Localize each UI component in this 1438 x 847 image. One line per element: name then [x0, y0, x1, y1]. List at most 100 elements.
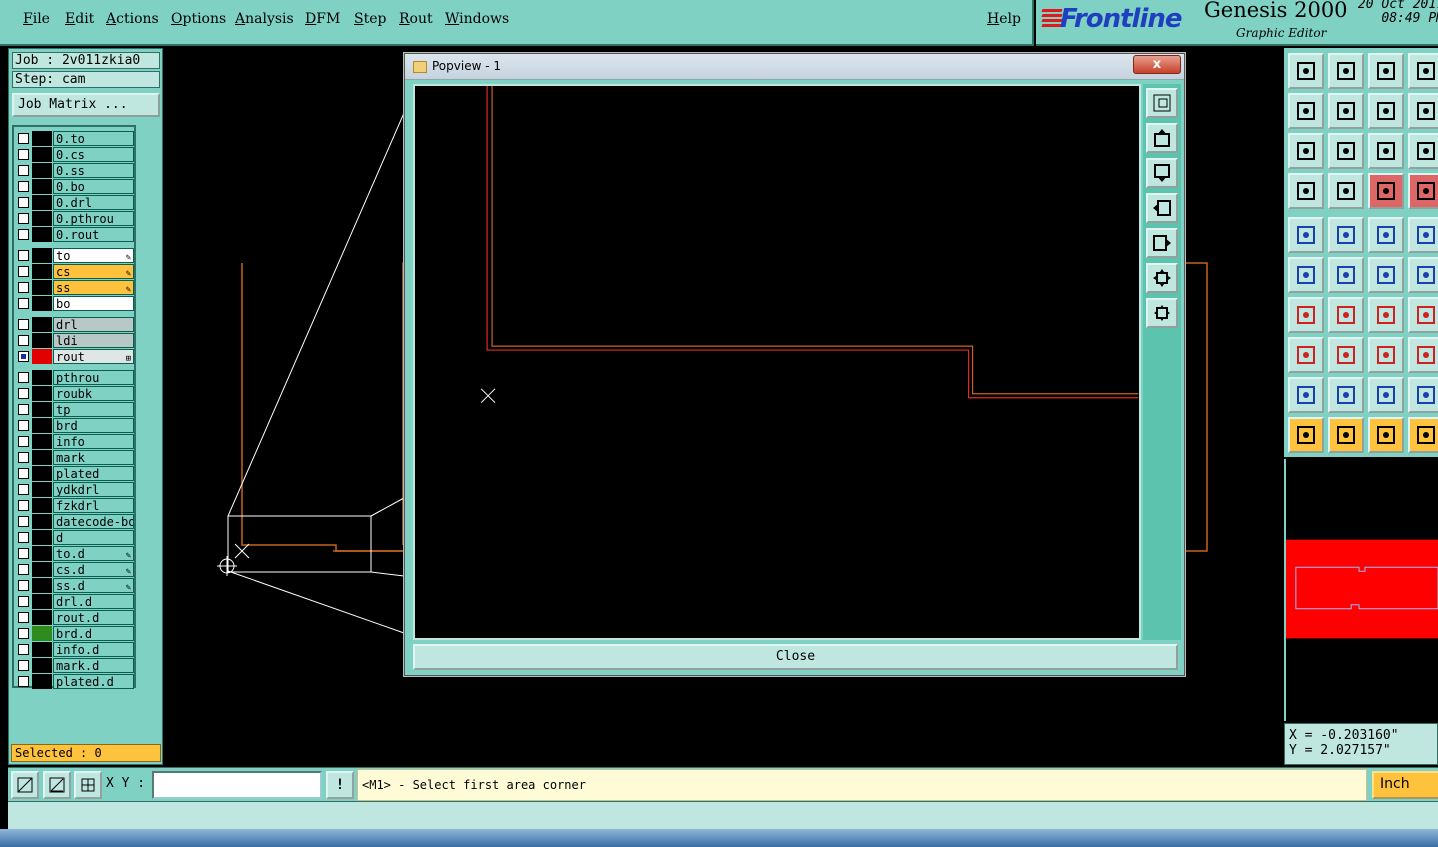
layer-row[interactable]: plated.d [16, 674, 134, 689]
pan-left-icon[interactable] [1288, 93, 1324, 129]
layer-color-swatch[interactable] [32, 317, 52, 332]
pv-zoom-window-icon[interactable] [1146, 88, 1178, 118]
layer-checkbox[interactable] [18, 319, 29, 330]
layer-row[interactable]: drl.d [16, 594, 134, 609]
layer-color-swatch[interactable] [32, 546, 52, 561]
layer-checkbox[interactable] [18, 612, 29, 623]
layer-name[interactable]: ldi [53, 333, 134, 348]
select-lasso-icon[interactable] [1368, 417, 1404, 453]
layer-checkbox[interactable] [18, 229, 29, 240]
overview-map[interactable] [1284, 459, 1438, 721]
layer-color-swatch[interactable] [32, 386, 52, 401]
layer-checkbox[interactable] [18, 404, 29, 415]
layer-color-swatch[interactable] [32, 626, 52, 641]
text-small-icon[interactable] [1288, 377, 1324, 413]
layer-color-swatch[interactable] [32, 466, 52, 481]
layer-checkbox[interactable] [18, 420, 29, 431]
units-selector[interactable]: Inch [1372, 771, 1438, 799]
layer-name[interactable]: plated.d [53, 674, 134, 689]
menu-dfm[interactable]: DFM [305, 11, 340, 27]
layer-color-swatch[interactable] [32, 418, 52, 433]
layer-color-swatch[interactable] [32, 610, 52, 625]
popview-close-button[interactable]: Close [413, 644, 1178, 670]
arc-icon[interactable] [1368, 257, 1404, 293]
layer-checkbox[interactable] [18, 484, 29, 495]
pv-pan-down-icon[interactable] [1146, 158, 1178, 188]
layer-name[interactable]: rout.d [53, 610, 134, 625]
layer-name[interactable]: pthrou [53, 370, 134, 385]
layer-row[interactable]: pthrou [16, 370, 134, 385]
alert-icon[interactable]: ! [326, 771, 354, 799]
layer-row[interactable]: cs ✎ [16, 264, 134, 279]
layer-color-swatch[interactable] [32, 658, 52, 673]
layer-row[interactable]: 0.to [16, 131, 134, 146]
layer-name[interactable]: ss.d ✎ [53, 578, 134, 593]
layer-checkbox[interactable] [18, 133, 29, 144]
layer-row[interactable]: tp [16, 402, 134, 417]
hole-icon[interactable] [1408, 217, 1438, 253]
layer-name[interactable]: drl [53, 317, 134, 332]
layer-color-swatch[interactable] [32, 248, 52, 263]
line-draw-icon[interactable] [1288, 297, 1324, 333]
zoom-in-icon[interactable] [1288, 53, 1324, 89]
pv-zoom-fit-icon[interactable] [1146, 298, 1178, 328]
layer-name[interactable]: 0.to [53, 131, 134, 146]
layer-name[interactable]: cs.d ✎ [53, 562, 134, 577]
pv-pan-up-icon[interactable] [1146, 123, 1178, 153]
layer-color-swatch[interactable] [32, 450, 52, 465]
layer-color-swatch[interactable] [32, 211, 52, 226]
layer-checkbox[interactable] [18, 165, 29, 176]
layer-row[interactable]: mark [16, 450, 134, 465]
layer-color-swatch[interactable] [32, 498, 52, 513]
mirror-icon[interactable] [1408, 297, 1438, 333]
grid-snap-icon[interactable] [74, 771, 102, 799]
layer-checkbox[interactable] [18, 580, 29, 591]
layer-name[interactable]: ss ✎ [53, 280, 134, 295]
layer-checkbox[interactable] [18, 250, 29, 261]
menu-edit[interactable]: Edit [65, 11, 94, 27]
layer-color-swatch[interactable] [32, 674, 52, 689]
layer-checkbox[interactable] [18, 644, 29, 655]
layer-row[interactable]: brd [16, 418, 134, 433]
layer-name[interactable]: roubk [53, 386, 134, 401]
layer-row[interactable]: 0.ss [16, 163, 134, 178]
layer-checkbox[interactable] [18, 213, 29, 224]
layer-name[interactable]: tp [53, 402, 134, 417]
select-icon[interactable] [1288, 417, 1324, 453]
zoom-home-icon[interactable] [1368, 53, 1404, 89]
layer-checkbox[interactable] [18, 181, 29, 192]
layer-row[interactable]: info [16, 434, 134, 449]
rotate-icon[interactable] [1368, 297, 1404, 333]
layer-row[interactable]: datecode-bo [16, 514, 134, 529]
layer-checkbox[interactable] [18, 500, 29, 511]
layer-checkbox[interactable] [18, 660, 29, 671]
layer-checkbox[interactable] [18, 564, 29, 575]
layer-row[interactable]: rout.d [16, 610, 134, 625]
snap-settings-icon[interactable] [1288, 173, 1324, 209]
text-path-icon[interactable] [1408, 377, 1438, 413]
layer-checkbox[interactable] [18, 282, 29, 293]
layer-row[interactable]: 0.cs [16, 147, 134, 162]
layer-row[interactable]: ss.d ✎ [16, 578, 134, 593]
ruler-icon[interactable] [1368, 217, 1404, 253]
layer-checkbox[interactable] [18, 372, 29, 383]
pv-pan-right-icon[interactable] [1146, 228, 1178, 258]
layer-name[interactable]: to ✎ [53, 248, 134, 263]
delete-node-icon[interactable] [1328, 257, 1364, 293]
layer-row[interactable]: info.d [16, 642, 134, 657]
layer-checkbox[interactable] [18, 676, 29, 687]
layer-color-swatch[interactable] [32, 482, 52, 497]
layer-row[interactable]: plated [16, 466, 134, 481]
layer-checkbox[interactable] [18, 388, 29, 399]
layer-row[interactable]: cs.d ✎ [16, 562, 134, 577]
layer-row[interactable]: roubk [16, 386, 134, 401]
layer-name[interactable]: 0.rout [53, 227, 134, 242]
angle-mode-icon[interactable] [43, 771, 71, 799]
layer-checkbox[interactable] [18, 197, 29, 208]
layer-color-swatch[interactable] [32, 514, 52, 529]
slash-icon[interactable] [1328, 297, 1364, 333]
xy-input[interactable] [152, 771, 322, 799]
layer-checkbox[interactable] [18, 436, 29, 447]
query-icon[interactable] [1408, 133, 1438, 169]
layer-name[interactable]: drl.d [53, 594, 134, 609]
